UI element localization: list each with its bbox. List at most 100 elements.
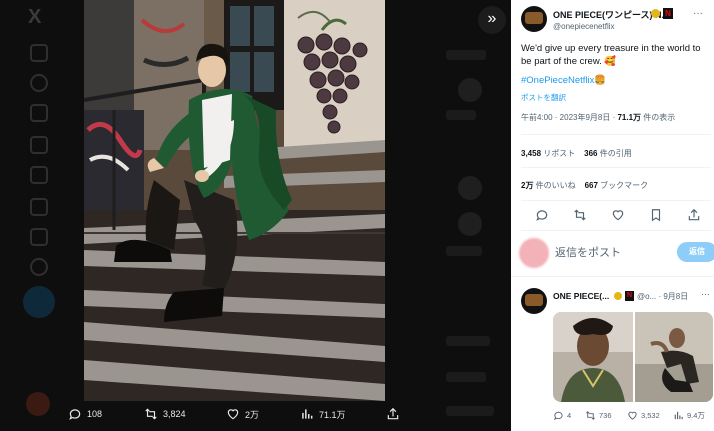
heart-icon	[227, 409, 239, 420]
media-like-count: 2万	[245, 409, 260, 420]
bg-line	[446, 50, 486, 60]
bg-avatar	[458, 176, 482, 200]
messages-icon[interactable]	[30, 136, 48, 154]
reply-icon	[69, 409, 81, 420]
tweet-views-count: 71.1万	[617, 113, 642, 122]
reply-actions: 4 736 3,532 9.4万	[553, 410, 714, 426]
quotes-stat[interactable]: 366 件の引用	[584, 149, 632, 158]
bg-line	[446, 110, 476, 120]
bg-line	[446, 372, 486, 382]
double-chevron-right-icon: »	[487, 10, 497, 27]
likes-stat[interactable]: 2万 件のいいね	[521, 181, 576, 190]
media-share-button[interactable]	[386, 407, 400, 421]
reply-input[interactable]: 返信をポスト	[555, 244, 621, 260]
tweet-text: We'd give up every treasure in the world…	[521, 43, 701, 67]
bookmarks-stat: 667 ブックマーク	[584, 181, 649, 190]
photo-illustration	[84, 0, 385, 401]
search-icon[interactable]	[30, 74, 48, 92]
bg-line	[446, 336, 490, 346]
author-handle[interactable]: @onepiecenetflix	[553, 22, 615, 31]
reply-views-count: 9.4万	[687, 411, 705, 420]
media-views-button[interactable]: 71.1万	[300, 407, 346, 421]
media-repost-button[interactable]: 3,824	[144, 407, 186, 421]
avatar-image	[525, 294, 543, 306]
media-views-count: 71.1万	[319, 409, 346, 420]
reply-author-avatar[interactable]	[521, 288, 547, 314]
divider	[521, 134, 711, 135]
avatar-image	[525, 12, 543, 24]
background-post-button[interactable]	[23, 286, 55, 318]
divider	[521, 167, 711, 168]
collapse-panel-button[interactable]: »	[478, 6, 506, 34]
more-options-icon[interactable]: ···	[693, 8, 703, 19]
reply-author-name[interactable]: ONE PIECE(...	[553, 291, 609, 301]
lists-icon[interactable]	[30, 166, 48, 184]
repost-quote-stats: 3,458 リポスト 366 件の引用	[521, 148, 632, 159]
bg-avatar	[458, 212, 482, 236]
reposts-stat[interactable]: 3,458 リポスト	[521, 149, 575, 158]
tweet-actions	[521, 205, 711, 225]
reply-like-count: 3,532	[641, 411, 660, 420]
media-reply-button[interactable]: 108	[68, 407, 102, 421]
reply-like-button[interactable]: 3,532	[627, 410, 660, 421]
netflix-affiliate-badge-icon[interactable]: N	[663, 8, 673, 19]
media-repost-count: 3,824	[163, 409, 186, 419]
reply-repost-count: 736	[599, 411, 612, 420]
reply-tweet[interactable]: ONE PIECE(... N @o... · 9月8日 ··· 4 736 3…	[511, 280, 714, 431]
tweet-hashtag-link[interactable]: #OnePieceNetflix🍔	[521, 75, 606, 86]
background-account-avatar[interactable]	[26, 392, 50, 416]
repost-icon	[145, 408, 157, 420]
tweet-timestamp[interactable]: 午前4:00 · 2023年9月8日 ·	[521, 113, 617, 122]
reply-composer: 返信をポスト 返信	[517, 236, 714, 270]
heart-icon	[628, 411, 637, 420]
app-root: X » 108 3,824 2万 71.1万 ONE PIECE(ワンピース) …	[0, 0, 714, 431]
reply-photos	[553, 312, 713, 402]
reply-more-options-icon[interactable]: ···	[701, 289, 710, 299]
background-nav	[22, 0, 56, 431]
home-icon[interactable]	[30, 44, 48, 62]
verified-gold-badge-icon	[651, 9, 660, 18]
netflix-affiliate-badge-icon[interactable]: N	[625, 291, 634, 301]
tweet-meta: 午前4:00 · 2023年9月8日 · 71.1万 件の表示	[521, 112, 675, 123]
bookmark-icon[interactable]	[649, 208, 663, 222]
tweet-views-label: 件の表示	[641, 113, 676, 122]
share-icon	[387, 407, 399, 420]
bg-avatar	[458, 78, 482, 102]
divider	[521, 230, 711, 231]
tweet-detail-panel: ONE PIECE(ワンピース) N... N ··· @onepiecenet…	[511, 0, 714, 431]
share-icon[interactable]	[687, 208, 701, 222]
reply-repost-button[interactable]: 736	[585, 410, 612, 421]
bg-line	[446, 406, 494, 416]
verified-gold-badge-icon	[614, 292, 622, 300]
reply-icon[interactable]	[535, 208, 549, 222]
media-reply-count: 108	[87, 409, 103, 419]
reply-views-button[interactable]: 9.4万	[673, 410, 705, 421]
tweet-photo[interactable]	[84, 0, 385, 401]
repost-icon	[586, 411, 595, 420]
reply-submit-button[interactable]: 返信	[677, 242, 714, 262]
media-like-button[interactable]: 2万	[226, 407, 259, 421]
reply-reply-count: 4	[567, 411, 572, 420]
reply-icon	[553, 411, 563, 421]
heart-icon[interactable]	[611, 208, 625, 222]
bg-line	[446, 246, 482, 256]
media-action-bar: 108 3,824 2万 71.1万	[60, 404, 410, 428]
author-avatar[interactable]	[521, 6, 547, 32]
repost-icon[interactable]	[573, 208, 587, 222]
background-sidebar	[386, 0, 511, 431]
views-chart-icon	[302, 409, 313, 419]
bookmarks-icon[interactable]	[30, 198, 48, 216]
tweet-header: ONE PIECE(ワンピース) N... N ··· @onepiecenet…	[521, 6, 711, 36]
reply-author-handle[interactable]: @o... · 9月8日	[637, 291, 688, 302]
divider	[521, 200, 711, 201]
reply-reply-button[interactable]: 4	[553, 410, 571, 421]
translate-post-link[interactable]: ポストを翻訳	[521, 92, 566, 103]
like-bookmark-stats: 2万 件のいいね 667 ブックマーク	[521, 180, 648, 191]
profile-icon[interactable]	[30, 258, 48, 276]
communities-icon[interactable]	[30, 228, 48, 246]
current-user-avatar	[519, 238, 549, 268]
divider	[511, 276, 714, 277]
reply-media[interactable]	[553, 312, 713, 402]
views-chart-icon	[674, 411, 683, 420]
notifications-icon[interactable]	[30, 104, 48, 122]
